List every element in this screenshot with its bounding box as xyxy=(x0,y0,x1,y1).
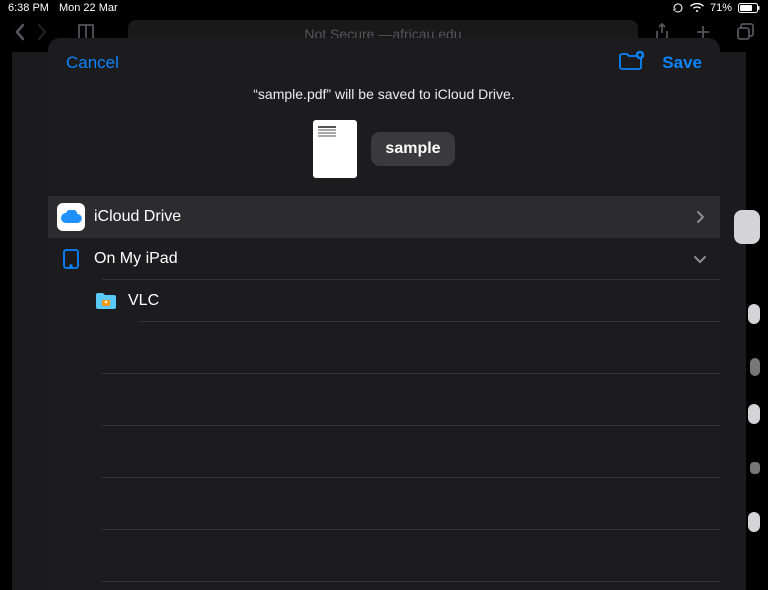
save-subtitle: “sample.pdf” will be saved to iCloud Dri… xyxy=(48,86,720,102)
status-date: Mon 22 Mar xyxy=(59,2,118,14)
location-label: iCloud Drive xyxy=(94,208,680,226)
battery-icon xyxy=(738,3,760,13)
location-list: iCloud Drive On My iPad xyxy=(48,196,720,590)
location-label: VLC xyxy=(128,292,680,310)
save-button[interactable]: Save xyxy=(662,53,702,73)
nav-back-button[interactable] xyxy=(14,23,36,46)
chevron-right-icon xyxy=(680,210,720,224)
list-item xyxy=(48,426,720,478)
list-item xyxy=(48,478,720,530)
location-icloud-drive[interactable]: iCloud Drive xyxy=(48,196,720,238)
battery-pct: 71% xyxy=(710,2,732,14)
new-folder-button[interactable] xyxy=(618,50,644,77)
tabs-button[interactable] xyxy=(736,23,754,46)
orientation-lock-icon xyxy=(672,2,684,14)
chevron-down-icon[interactable] xyxy=(680,254,720,264)
file-thumbnail xyxy=(313,120,357,178)
status-bar: 6:38 PM Mon 22 Mar 71% xyxy=(0,0,768,16)
location-on-my-ipad[interactable]: On My iPad xyxy=(48,238,720,280)
folder-icon xyxy=(94,291,118,311)
list-item xyxy=(48,374,720,426)
cancel-button[interactable]: Cancel xyxy=(66,53,119,73)
status-time: 6:38 PM xyxy=(8,2,49,14)
list-item xyxy=(48,530,720,582)
ipad-icon xyxy=(60,248,82,270)
save-sheet: Cancel Save “sample.pdf” will be saved t… xyxy=(48,38,720,590)
filename-field[interactable]: sample xyxy=(371,132,454,166)
location-label: On My iPad xyxy=(94,250,680,268)
icloud-icon xyxy=(57,203,85,231)
new-folder-icon xyxy=(618,50,644,72)
wifi-icon xyxy=(690,3,704,13)
location-vlc[interactable]: VLC xyxy=(48,280,720,322)
list-item xyxy=(48,322,720,374)
